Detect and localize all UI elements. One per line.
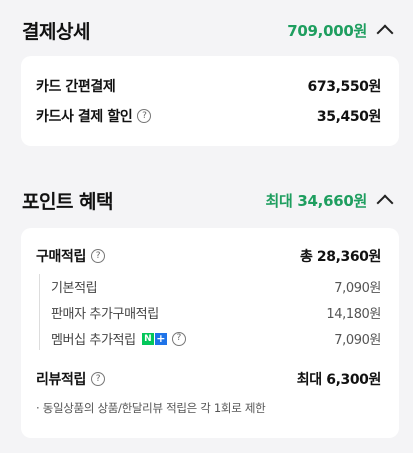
purchase-point-label: 구매적립 <box>36 249 86 265</box>
chevron-up-icon[interactable] <box>376 24 394 41</box>
help-icon[interactable]: ? <box>171 331 186 346</box>
review-limit-note: · 동일상품의 상품/한달리뷰 적립은 각 1회로 제한 <box>36 401 266 415</box>
membership-point-label: 멤버십 추가적립 <box>51 333 136 348</box>
sub-item-divider <box>39 274 40 350</box>
card-easy-pay-row: 카드 간편결제 673,550원 <box>36 76 381 96</box>
seller-point-label: 판매자 추가구매적립 <box>51 307 159 322</box>
point-benefit-card: 구매적립 ? 총 28,360원 기본적립 7,090원 판매자 추가구매적립 … <box>21 228 399 438</box>
review-point-label: 리뷰적립 <box>36 372 86 388</box>
payment-detail-header[interactable]: 결제상세 709,000원 <box>0 10 413 50</box>
help-icon[interactable]: ? <box>90 372 105 386</box>
card-discount-value: 35,450원 <box>316 109 382 125</box>
card-discount-row: 카드사 결제 할인 ? 35,450원 <box>36 106 381 126</box>
naver-plus-badge-icon: N + <box>141 332 167 345</box>
purchase-point-row: 구매적립 ? 총 28,360원 <box>36 246 381 266</box>
point-benefit-total: 최대 34,660원 <box>265 191 367 210</box>
basic-point-value: 7,090원 <box>334 281 381 296</box>
review-point-row: 리뷰적립 ? 최대 6,300원 <box>36 369 381 389</box>
payment-detail-title: 결제상세 <box>22 20 90 43</box>
card-easy-pay-label: 카드 간편결제 <box>36 79 116 95</box>
point-benefit-title: 포인트 혜택 <box>22 190 114 213</box>
membership-point-row: 멤버십 추가적립 N + ? 7,090원 <box>51 329 381 348</box>
payment-total: 709,000원 <box>287 21 367 40</box>
seller-point-row: 판매자 추가구매적립 14,180원 <box>51 303 381 322</box>
card-easy-pay-value: 673,550원 <box>307 79 382 95</box>
help-icon[interactable]: ? <box>137 109 152 123</box>
help-icon[interactable]: ? <box>90 249 105 263</box>
seller-point-value: 14,180원 <box>326 307 381 322</box>
chevron-up-icon[interactable] <box>376 194 394 211</box>
purchase-point-value: 총 28,360원 <box>299 249 381 265</box>
card-discount-label: 카드사 결제 할인 <box>36 109 133 125</box>
basic-point-row: 기본적립 7,090원 <box>51 277 381 296</box>
payment-detail-card: 카드 간편결제 673,550원 카드사 결제 할인 ? 35,450원 <box>21 56 399 146</box>
membership-point-value: 7,090원 <box>334 333 381 348</box>
basic-point-label: 기본적립 <box>51 281 98 296</box>
npay-n-icon: N <box>141 332 154 345</box>
point-benefit-header[interactable]: 포인트 혜택 최대 34,660원 <box>0 180 413 220</box>
review-point-value: 최대 6,300원 <box>296 372 382 388</box>
plus-icon: + <box>154 332 167 345</box>
